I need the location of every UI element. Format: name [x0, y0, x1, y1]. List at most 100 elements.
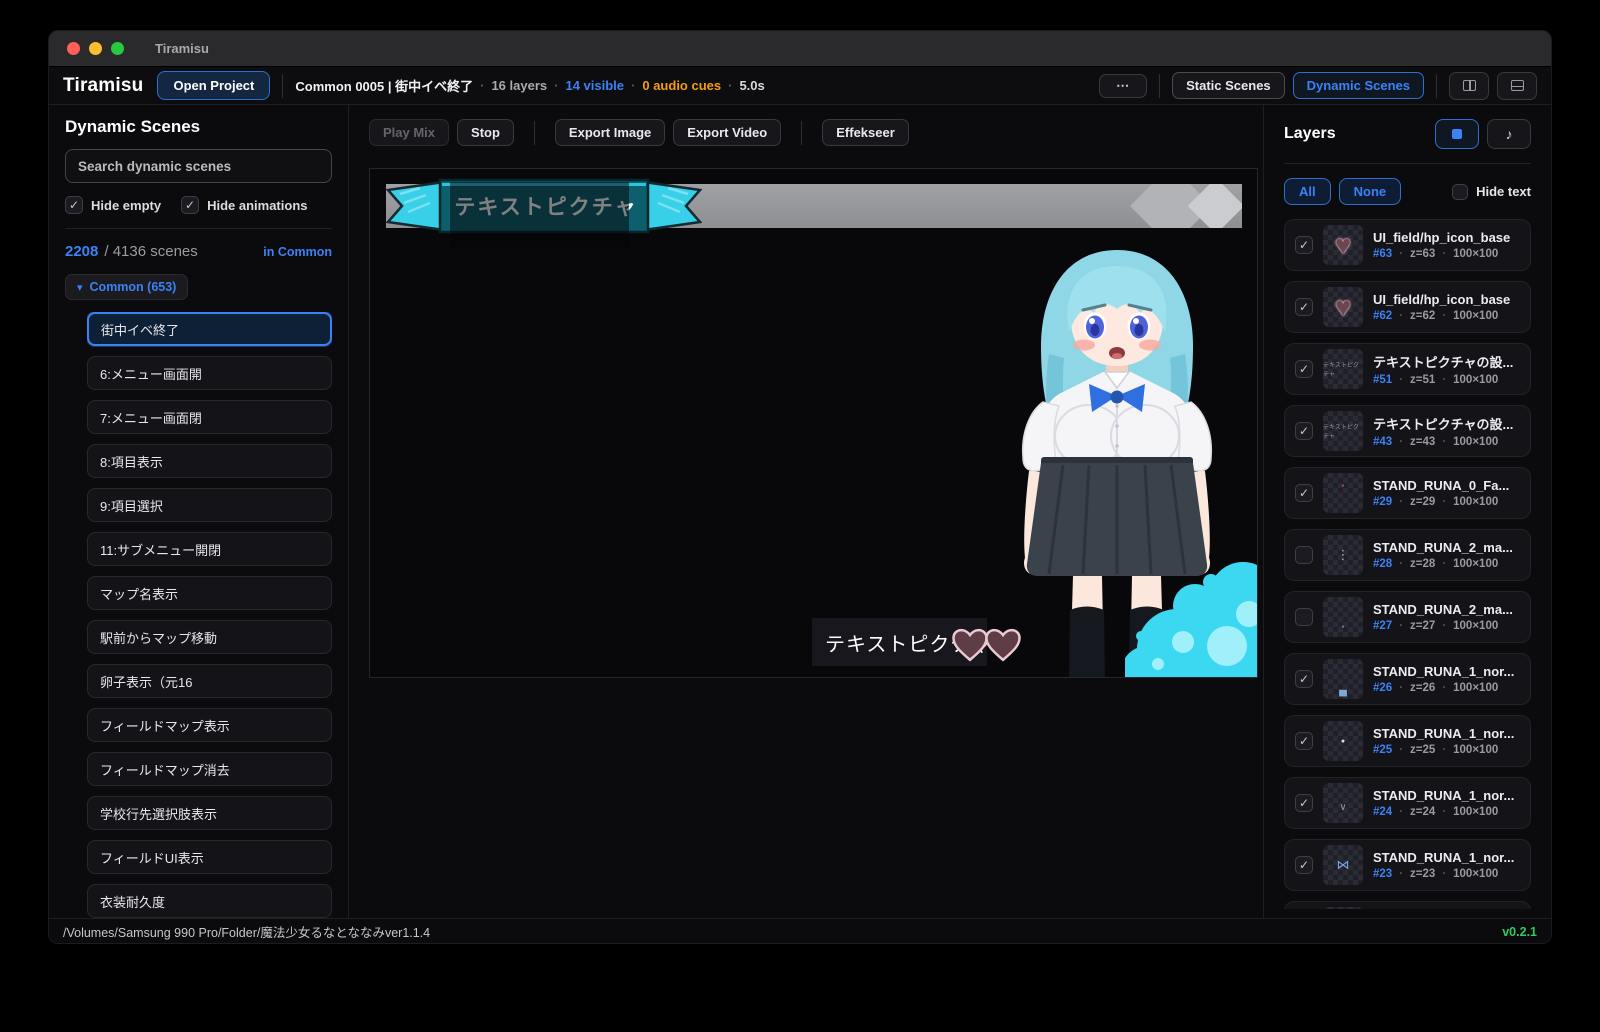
scene-list-item[interactable]: フィールドUI表示 [87, 840, 332, 874]
dynamic-scenes-button[interactable]: Dynamic Scenes [1293, 72, 1424, 99]
layer-visibility-checkbox[interactable] [1295, 608, 1313, 626]
layer-row[interactable]: STAND_RUNA_2_ma... #22 z=22 100×100 [1284, 901, 1531, 909]
scene-list-item[interactable]: 8:項目表示 [87, 444, 332, 478]
close-window-button[interactable] [67, 42, 80, 55]
select-all-button[interactable]: All [1284, 178, 1331, 205]
layer-row[interactable]: STAND_RUNA_1_nor... #25 z=25 100×100 [1284, 715, 1531, 767]
in-common-link[interactable]: in Common [263, 245, 332, 259]
layer-z-index: z=63 [1399, 248, 1435, 260]
layer-z-index: z=28 [1399, 558, 1435, 570]
layer-row[interactable]: STAND_RUNA_2_ma... #27 z=27 100×100 [1284, 591, 1531, 643]
checkbox[interactable] [181, 196, 199, 214]
layer-row[interactable]: テキストピクチャの設... #51 z=51 100×100 [1284, 343, 1531, 395]
layer-z-index: z=25 [1399, 744, 1435, 756]
scene-list-item[interactable]: フィールドマップ消去 [87, 752, 332, 786]
effekseer-button[interactable]: Effekseer [822, 119, 909, 146]
layer-name: STAND_RUNA_0_Fa... [1373, 478, 1509, 493]
scene-list-item[interactable]: 駅前からマップ移動 [87, 620, 332, 654]
layer-id: #43 [1373, 436, 1392, 448]
export-video-button[interactable]: Export Video [673, 119, 781, 146]
checkbox[interactable] [65, 196, 83, 214]
scene-list[interactable]: 街中イベ終了 6:メニュー画面開 7:メニュー画面閉 8:項目表示 9:項目選択 [87, 312, 332, 918]
layers-panel: Layers All None Hide text UI_ [1263, 105, 1551, 918]
scene-list-item[interactable]: 11:サブメニュー開閉 [87, 532, 332, 566]
layer-visibility-checkbox[interactable] [1295, 484, 1313, 502]
layer-thumbnail [1323, 473, 1363, 513]
scene-list-item[interactable]: 7:メニュー画面閉 [87, 400, 332, 434]
layer-info: STAND_RUNA_1_nor... #24 z=24 100×100 [1373, 788, 1514, 818]
columns-layout-button[interactable] [1449, 72, 1489, 100]
layer-size: 100×100 [1442, 744, 1498, 756]
stop-button[interactable]: Stop [457, 119, 514, 146]
scene-list-item[interactable]: 衣装耐久度 [87, 884, 332, 918]
layer-size: 100×100 [1442, 620, 1498, 632]
layer-z-index: z=62 [1399, 310, 1435, 322]
canvas-toolbar: Play Mix Stop Export Image Export Video … [369, 119, 1263, 146]
scene-list-item[interactable]: 卵子表示（元16 [87, 664, 332, 698]
more-options-button[interactable]: ⋯ [1099, 74, 1147, 98]
search-input[interactable] [65, 149, 332, 183]
layer-visibility-checkbox[interactable] [1295, 794, 1313, 812]
layer-info: テキストピクチャの設... #51 z=51 100×100 [1373, 352, 1513, 386]
layer-row[interactable]: STAND_RUNA_1_nor... #26 z=26 100×100 [1284, 653, 1531, 705]
play-mix-button[interactable]: Play Mix [369, 119, 449, 146]
layer-meta: #62 z=62 100×100 [1373, 310, 1510, 322]
export-image-button[interactable]: Export Image [555, 119, 665, 146]
layer-row[interactable]: STAND_RUNA_1_nor... #23 z=23 100×100 [1284, 839, 1531, 891]
divider [801, 121, 802, 145]
layer-visibility-checkbox[interactable] [1295, 546, 1313, 564]
scene-item-label: 駅前からマップ移動 [100, 628, 217, 647]
scene-preview-canvas[interactable]: テキストピクチャ [369, 168, 1258, 678]
layer-meta: #25 z=25 100×100 [1373, 744, 1514, 756]
layer-visibility-checkbox[interactable] [1295, 422, 1313, 440]
filter-checkbox-row[interactable]: Hide empty [65, 196, 161, 214]
layer-size: 100×100 [1442, 496, 1498, 508]
hide-text-checkbox-row[interactable]: Hide text [1452, 184, 1531, 200]
scene-list-item[interactable]: 6:メニュー画面開 [87, 356, 332, 390]
minimize-window-button[interactable] [89, 42, 102, 55]
layer-visibility-checkbox[interactable] [1295, 298, 1313, 316]
layer-name: UI_field/hp_icon_base [1373, 292, 1510, 307]
zoom-window-button[interactable] [111, 42, 124, 55]
scene-list-item[interactable]: 街中イベ終了 [87, 312, 332, 346]
layer-row[interactable]: テキストピクチャの設... #43 z=43 100×100 [1284, 405, 1531, 457]
scene-stats: 16 layers 14 visible 0 audio cues 5.0s [480, 78, 765, 93]
layer-info: STAND_RUNA_1_nor... #26 z=26 100×100 [1373, 664, 1514, 694]
layer-visibility-checkbox[interactable] [1295, 670, 1313, 688]
common-group-toggle[interactable]: Common (653) [65, 274, 188, 300]
layer-size: 100×100 [1442, 682, 1498, 694]
open-project-button[interactable]: Open Project [157, 71, 270, 100]
static-scenes-button[interactable]: Static Scenes [1172, 72, 1285, 99]
scene-list-item[interactable]: フィールドマップ表示 [87, 708, 332, 742]
layer-size: 100×100 [1442, 248, 1498, 260]
layer-name: UI_field/hp_icon_base [1373, 230, 1510, 245]
layer-row[interactable]: STAND_RUNA_2_ma... #28 z=28 100×100 [1284, 529, 1531, 581]
audio-view-button[interactable] [1487, 119, 1531, 149]
layer-visibility-checkbox[interactable] [1295, 856, 1313, 874]
layer-meta: #23 z=23 100×100 [1373, 868, 1514, 880]
layer-row[interactable]: UI_field/hp_icon_base #62 z=62 100×100 [1284, 281, 1531, 333]
rows-layout-button[interactable] [1497, 72, 1537, 100]
layer-list[interactable]: UI_field/hp_icon_base #63 z=63 100×100 U… [1284, 219, 1531, 909]
layer-info: UI_field/hp_icon_base #62 z=62 100×100 [1373, 292, 1510, 322]
scene-counts: 2208 / 4136 scenes in Common [65, 243, 332, 260]
layer-row[interactable]: UI_field/hp_icon_base #63 z=63 100×100 [1284, 219, 1531, 271]
layer-thumbnail [1323, 597, 1363, 637]
hide-text-checkbox[interactable] [1452, 184, 1468, 200]
layer-visibility-checkbox[interactable] [1295, 236, 1313, 254]
select-none-button[interactable]: None [1339, 178, 1402, 205]
scene-list-item[interactable]: 学校行先選択肢表示 [87, 796, 332, 830]
scene-list-item[interactable]: マップ名表示 [87, 576, 332, 610]
layer-row[interactable]: STAND_RUNA_0_Fa... #29 z=29 100×100 [1284, 467, 1531, 519]
layer-meta: #28 z=28 100×100 [1373, 558, 1513, 570]
layer-thumbnail [1323, 287, 1363, 327]
layers-view-button[interactable] [1435, 119, 1479, 149]
layer-thumbnail [1323, 349, 1363, 389]
layer-row[interactable]: STAND_RUNA_1_nor... #24 z=24 100×100 [1284, 777, 1531, 829]
layer-visibility-checkbox[interactable] [1295, 360, 1313, 378]
layer-size: 100×100 [1442, 558, 1498, 570]
layer-visibility-checkbox[interactable] [1295, 732, 1313, 750]
filter-checkbox-row[interactable]: Hide animations [181, 196, 307, 214]
scene-list-item[interactable]: 9:項目選択 [87, 488, 332, 522]
layer-thumbnail [1323, 721, 1363, 761]
